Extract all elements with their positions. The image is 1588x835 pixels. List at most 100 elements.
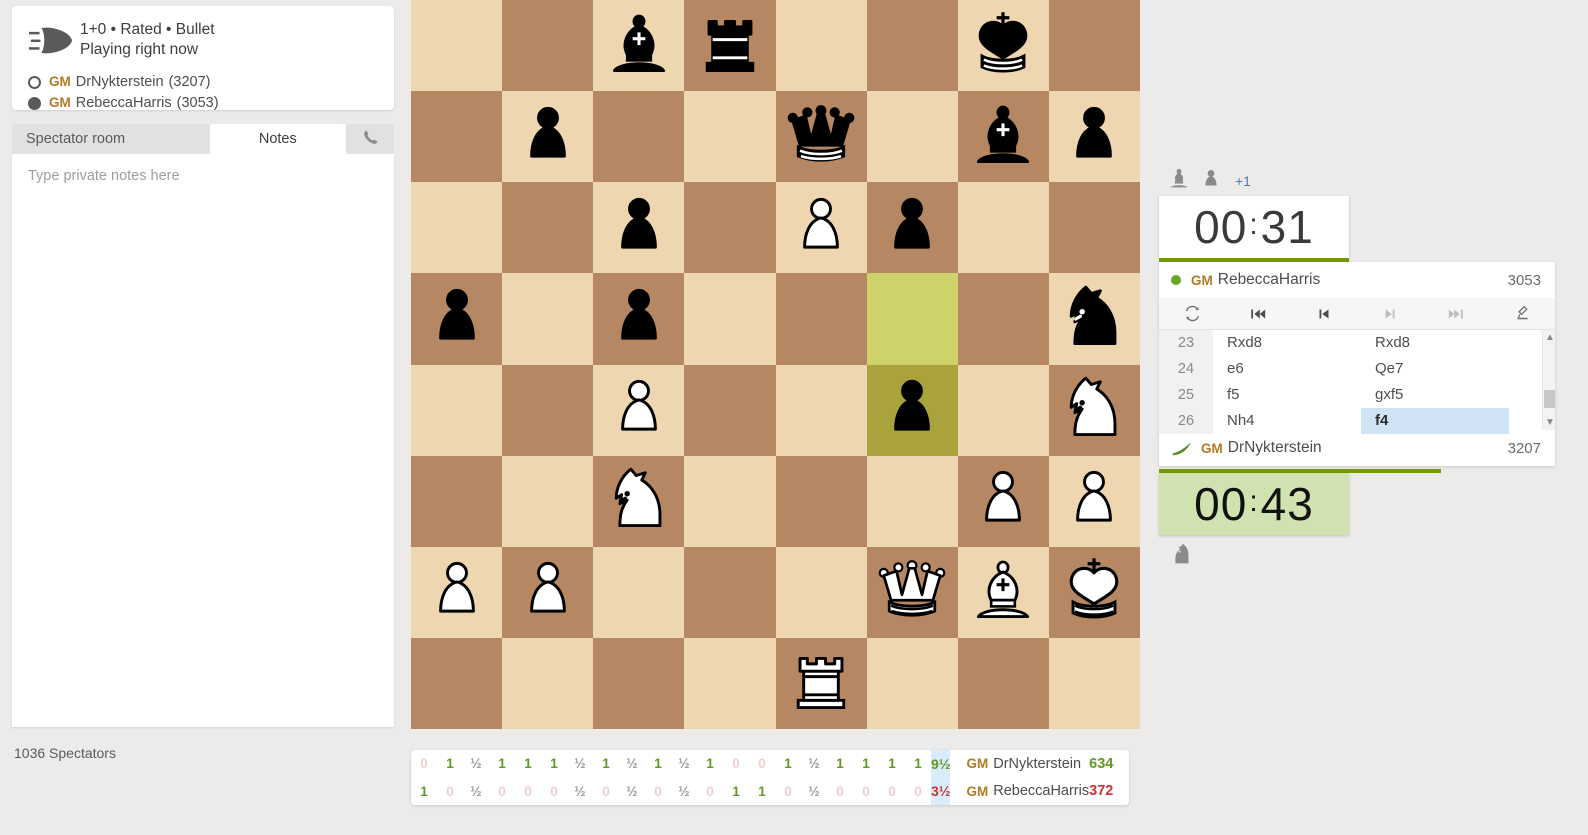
player-white[interactable]: GM DrNykterstein (3207) [28, 72, 378, 92]
square-b3[interactable] [502, 455, 594, 547]
square-f3[interactable] [866, 455, 958, 547]
score-cell[interactable]: 10 [593, 750, 619, 805]
square-f1[interactable] [866, 637, 958, 729]
square-d1[interactable] [684, 637, 776, 729]
square-b7[interactable] [502, 91, 594, 183]
square-c6[interactable] [593, 182, 685, 274]
square-b6[interactable] [502, 182, 594, 274]
flip-board-icon[interactable] [1159, 305, 1225, 322]
scroll-down-icon[interactable]: ▼ [1545, 417, 1555, 428]
square-g5[interactable] [957, 273, 1049, 365]
square-c4[interactable] [593, 364, 685, 456]
score-player-row[interactable]: GM RebeccaHarris 372 [966, 778, 1129, 806]
move-list-scrollbar[interactable]: ▲ ▼ [1542, 330, 1555, 430]
move-white[interactable]: Rxd8 [1213, 330, 1361, 356]
scrollbar-thumb[interactable] [1544, 390, 1555, 408]
move-list[interactable]: 23 Rxd8 Rxd8 24 e6 Qe7 25 f5 gxf5 26 Nh4 f4 ▲ ▼ [1159, 330, 1555, 434]
square-e7[interactable] [775, 91, 867, 183]
score-cell[interactable]: 10 [541, 750, 567, 805]
square-f8[interactable] [866, 0, 958, 92]
square-a3[interactable] [411, 455, 503, 547]
move-black[interactable]: Rxd8 [1361, 330, 1509, 356]
score-cell[interactable]: 10 [775, 750, 801, 805]
score-cell[interactable]: ½½ [801, 750, 827, 805]
square-h5[interactable] [1048, 273, 1140, 365]
square-c8[interactable] [593, 0, 685, 92]
square-a7[interactable] [411, 91, 503, 183]
score-cell[interactable]: 10 [853, 750, 879, 805]
score-cell[interactable]: 10 [437, 750, 463, 805]
square-a2[interactable] [411, 546, 503, 638]
square-h4[interactable] [1048, 364, 1140, 456]
player-black[interactable]: GM RebeccaHarris (3053) [28, 93, 378, 113]
square-g6[interactable] [957, 182, 1049, 274]
square-a6[interactable] [411, 182, 503, 274]
square-c1[interactable] [593, 637, 685, 729]
square-b1[interactable] [502, 637, 594, 729]
square-h2[interactable] [1048, 546, 1140, 638]
score-cell[interactable]: 10 [489, 750, 515, 805]
first-move-icon[interactable] [1225, 305, 1291, 323]
move-black[interactable]: gxf5 [1361, 382, 1509, 408]
scroll-up-icon[interactable]: ▲ [1545, 332, 1555, 343]
score-cell[interactable]: 10 [879, 750, 905, 805]
tab-spectator-room[interactable]: Spectator room [12, 124, 210, 154]
score-cell[interactable]: 10 [515, 750, 541, 805]
square-g1[interactable] [957, 637, 1049, 729]
square-b4[interactable] [502, 364, 594, 456]
square-g2[interactable] [957, 546, 1049, 638]
score-cell[interactable]: ½½ [567, 750, 593, 805]
square-e3[interactable] [775, 455, 867, 547]
last-move-icon[interactable] [1423, 305, 1489, 323]
square-a1[interactable] [411, 637, 503, 729]
square-d5[interactable] [684, 273, 776, 365]
score-cell[interactable]: 01 [723, 750, 749, 805]
square-e5[interactable] [775, 273, 867, 365]
move-black[interactable]: f4 [1361, 408, 1509, 434]
score-cell[interactable]: ½½ [671, 750, 697, 805]
square-f6[interactable] [866, 182, 958, 274]
move-white[interactable]: Nh4 [1213, 408, 1361, 434]
score-cell[interactable]: 01 [411, 750, 437, 805]
square-h7[interactable] [1048, 91, 1140, 183]
square-e1[interactable] [775, 637, 867, 729]
tab-notes[interactable]: Notes [209, 124, 346, 154]
notes-input[interactable]: Type private notes here [28, 168, 378, 184]
analysis-board-icon[interactable] [1489, 305, 1555, 322]
square-b5[interactable] [502, 273, 594, 365]
move-box-bottom-player[interactable]: GM DrNykterstein 3207 [1159, 430, 1555, 466]
square-e6[interactable] [775, 182, 867, 274]
square-h6[interactable] [1048, 182, 1140, 274]
square-g3[interactable] [957, 455, 1049, 547]
square-d2[interactable] [684, 546, 776, 638]
square-d4[interactable] [684, 364, 776, 456]
square-c7[interactable] [593, 91, 685, 183]
square-g4[interactable] [957, 364, 1049, 456]
square-d6[interactable] [684, 182, 776, 274]
square-f7[interactable] [866, 91, 958, 183]
move-white[interactable]: e6 [1213, 356, 1361, 382]
score-cell[interactable]: 01 [749, 750, 775, 805]
square-c3[interactable] [593, 455, 685, 547]
square-a5[interactable] [411, 273, 503, 365]
score-cell[interactable]: 10 [645, 750, 671, 805]
square-d3[interactable] [684, 455, 776, 547]
next-move-icon[interactable] [1357, 305, 1423, 323]
square-b8[interactable] [502, 0, 594, 92]
notes-panel[interactable]: Type private notes here [12, 154, 394, 727]
score-cell[interactable]: 10 [697, 750, 723, 805]
square-h8[interactable] [1048, 0, 1140, 92]
previous-move-icon[interactable] [1291, 305, 1357, 323]
square-h3[interactable] [1048, 455, 1140, 547]
square-e4[interactable] [775, 364, 867, 456]
move-box-top-player[interactable]: GM RebeccaHarris 3053 [1159, 262, 1555, 298]
square-d7[interactable] [684, 91, 776, 183]
square-c5[interactable] [593, 273, 685, 365]
square-f5[interactable] [866, 273, 958, 365]
square-a8[interactable] [411, 0, 503, 92]
square-b2[interactable] [502, 546, 594, 638]
score-player-row[interactable]: GM DrNykterstein 634 [966, 750, 1129, 778]
score-cell[interactable]: 10 [905, 750, 931, 805]
tab-call[interactable] [346, 124, 394, 154]
score-cell[interactable]: ½½ [619, 750, 645, 805]
